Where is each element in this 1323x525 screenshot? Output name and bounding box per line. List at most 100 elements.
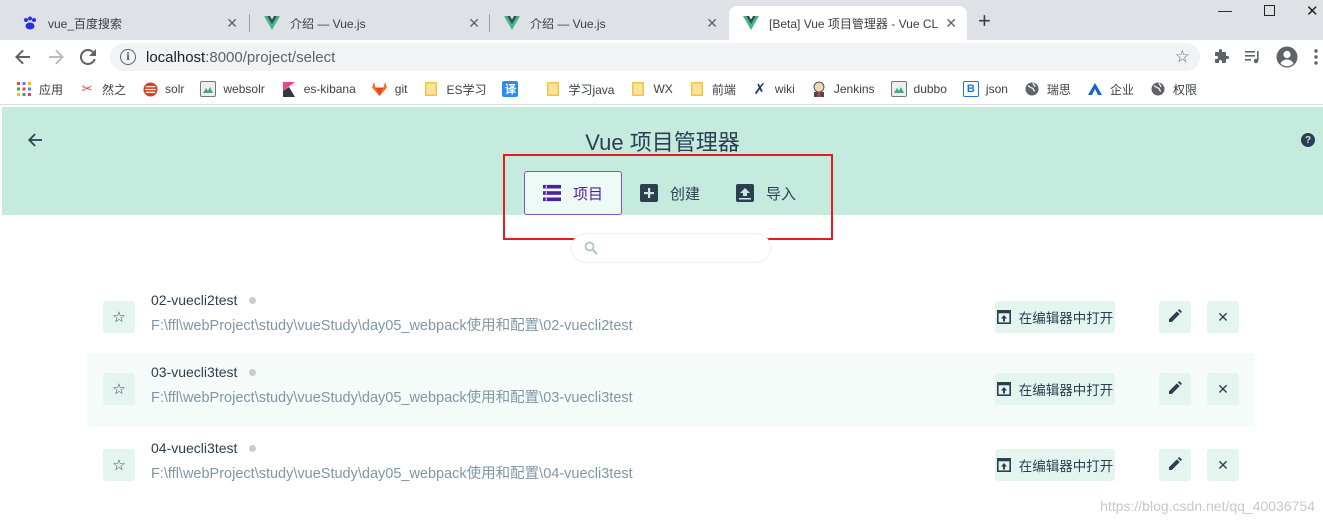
bookmark-item[interactable]: 前端 bbox=[689, 81, 736, 98]
profile-avatar-icon[interactable] bbox=[1276, 46, 1298, 68]
browser-tab-vue-intro-2[interactable]: 介绍 — Vue.js ✕ bbox=[490, 6, 728, 40]
reload-icon[interactable] bbox=[77, 46, 99, 68]
bookmark-label: solr bbox=[165, 82, 185, 96]
extensions-puzzle-icon[interactable] bbox=[1212, 47, 1232, 67]
browser-tab-title: [Beta] Vue 项目管理器 - Vue CLI bbox=[769, 16, 939, 31]
project-name: 02-vuecli2test bbox=[151, 292, 257, 308]
bookmark-label: 应用 bbox=[39, 82, 64, 97]
vue-logo-icon bbox=[743, 15, 759, 31]
bookmark-item[interactable]: 权限 bbox=[1150, 81, 1197, 98]
favorite-star-button[interactable]: ☆ bbox=[103, 301, 135, 333]
star-outline-icon: ☆ bbox=[112, 381, 126, 398]
bookmark-item[interactable]: dubbo bbox=[890, 81, 947, 97]
remove-button[interactable]: ✕ bbox=[1207, 373, 1239, 405]
edit-button[interactable] bbox=[1159, 373, 1191, 405]
project-row[interactable]: ☆ 04-vuecli3test F:\ffl\webProject\study… bbox=[87, 429, 1255, 503]
bookmark-label: wiki bbox=[774, 82, 795, 96]
close-icon[interactable]: ✕ bbox=[945, 15, 957, 31]
favorite-star-button[interactable]: ☆ bbox=[103, 373, 135, 405]
favorite-star-button[interactable]: ☆ bbox=[103, 449, 135, 481]
translate-icon: 译 bbox=[502, 81, 519, 97]
bookmark-item[interactable]: 学习java bbox=[545, 81, 614, 98]
bookmark-label: WX bbox=[653, 82, 673, 96]
bookmark-item[interactable]: WX bbox=[630, 81, 673, 97]
open-in-browser-icon bbox=[996, 382, 1011, 396]
new-tab-plus-icon[interactable]: + bbox=[978, 9, 991, 33]
more-vertical-icon[interactable] bbox=[1306, 47, 1323, 67]
browser-tab-vue-intro-1[interactable]: 介绍 — Vue.js ✕ bbox=[250, 6, 490, 40]
bookmark-label: 权限 bbox=[1172, 82, 1197, 97]
close-icon[interactable]: ✕ bbox=[226, 15, 238, 31]
bookmark-label: Jenkins bbox=[833, 82, 875, 96]
project-name: 04-vuecli3test bbox=[151, 440, 257, 456]
bookmark-star-icon[interactable]: ☆ bbox=[1175, 47, 1190, 67]
bookmark-item[interactable]: ✗ wiki bbox=[752, 81, 795, 98]
websolr-logo-icon bbox=[200, 81, 217, 97]
folder-icon bbox=[423, 81, 439, 97]
browser-tab-strip: vue_百度搜索 ✕ 介绍 — Vue.js ✕ 介绍 — Vue.js ✕ [… bbox=[0, 0, 1323, 40]
bookmark-item[interactable]: ✂ 然之 bbox=[79, 81, 126, 98]
project-row[interactable]: ☆ 02-vuecli2test F:\ffl\webProject\study… bbox=[87, 281, 1255, 355]
close-icon: ✕ bbox=[1217, 456, 1229, 473]
pencil-icon bbox=[1168, 381, 1182, 397]
vue-logo-icon bbox=[264, 15, 280, 31]
remove-button[interactable]: ✕ bbox=[1207, 449, 1239, 481]
status-dot bbox=[249, 296, 257, 304]
status-dot bbox=[249, 368, 257, 376]
project-row[interactable]: ☆ 03-vuecli3test F:\ffl\webProject\study… bbox=[87, 353, 1255, 427]
window-close-icon[interactable]: ✕ bbox=[1306, 2, 1319, 20]
open-in-editor-label: 在编辑器中打开 bbox=[1018, 383, 1114, 398]
bookmark-item[interactable]: es-kibana bbox=[281, 81, 356, 97]
search-field[interactable] bbox=[571, 233, 771, 263]
jenkins-logo-icon bbox=[811, 81, 827, 97]
open-in-editor-button[interactable]: 在编辑器中打开 bbox=[995, 449, 1115, 481]
browser-tab-baidu[interactable]: vue_百度搜索 ✕ bbox=[8, 6, 248, 40]
edit-button[interactable] bbox=[1159, 449, 1191, 481]
bookmark-item[interactable]: 瑞思 bbox=[1024, 81, 1071, 98]
search-input[interactable] bbox=[606, 239, 756, 259]
url-host: localhost bbox=[146, 48, 206, 66]
pencil-icon bbox=[1168, 457, 1182, 473]
bookmark-item[interactable]: git bbox=[372, 81, 407, 97]
search-icon bbox=[584, 241, 598, 255]
address-bar[interactable]: i localhost:8000/project/select ☆ bbox=[110, 43, 1200, 71]
bookmark-item[interactable]: websolr bbox=[200, 81, 265, 97]
window-minimize-icon[interactable]: — bbox=[1218, 2, 1232, 18]
watermark: https://blog.csdn.net/qq_40036754 bbox=[1100, 498, 1315, 514]
window-maximize-icon[interactable] bbox=[1264, 5, 1275, 16]
bookmark-item[interactable]: 应用 bbox=[16, 81, 63, 98]
open-in-editor-button[interactable]: 在编辑器中打开 bbox=[995, 301, 1115, 333]
close-icon[interactable]: ✕ bbox=[706, 15, 718, 31]
bookmarks-bar: 应用 ✂ 然之 solr websolr es-kibana git ES学习 … bbox=[0, 74, 1323, 105]
bookmark-label: websolr bbox=[223, 82, 265, 96]
edit-button[interactable] bbox=[1159, 301, 1191, 333]
remove-button[interactable]: ✕ bbox=[1207, 301, 1239, 333]
kibana-logo-icon bbox=[281, 81, 297, 97]
bookmark-item[interactable]: 企业 bbox=[1087, 81, 1134, 98]
url-path: :8000/project/select bbox=[205, 48, 336, 66]
project-path: F:\ffl\webProject\study\vueStudy\day05_w… bbox=[151, 466, 633, 482]
globe-icon bbox=[1024, 81, 1040, 97]
bookmark-item[interactable]: B json bbox=[962, 81, 1008, 97]
project-path: F:\ffl\webProject\study\vueStudy\day05_w… bbox=[151, 390, 633, 406]
info-icon[interactable]: i bbox=[120, 49, 136, 65]
enterprise-logo-icon bbox=[1087, 81, 1103, 97]
open-in-editor-button[interactable]: 在编辑器中打开 bbox=[995, 373, 1115, 405]
bookmark-item[interactable]: 译 bbox=[502, 81, 525, 97]
bookmark-item[interactable]: Jenkins bbox=[811, 81, 875, 97]
vue-logo-icon bbox=[504, 15, 520, 31]
browser-tab-vue-project-manager[interactable]: [Beta] Vue 项目管理器 - Vue CLI ✕ bbox=[729, 6, 967, 40]
close-icon[interactable]: ✕ bbox=[468, 15, 480, 31]
bookmark-item[interactable]: ES学习 bbox=[423, 81, 486, 98]
back-arrow-icon[interactable] bbox=[12, 46, 34, 68]
forward-arrow-icon[interactable] bbox=[45, 46, 67, 68]
bookmark-item[interactable]: solr bbox=[142, 81, 184, 97]
help-icon[interactable]: ? bbox=[1301, 133, 1315, 147]
project-name-text: 02-vuecli2test bbox=[151, 292, 238, 308]
wiki-logo-icon: ✗ bbox=[753, 81, 767, 98]
status-dot bbox=[249, 444, 257, 452]
media-queue-icon[interactable] bbox=[1243, 47, 1263, 67]
dubbo-logo-icon bbox=[890, 81, 907, 97]
browser-tab-title: 介绍 — Vue.js bbox=[290, 16, 366, 31]
browser-toolbar: i localhost:8000/project/select ☆ bbox=[0, 40, 1323, 74]
